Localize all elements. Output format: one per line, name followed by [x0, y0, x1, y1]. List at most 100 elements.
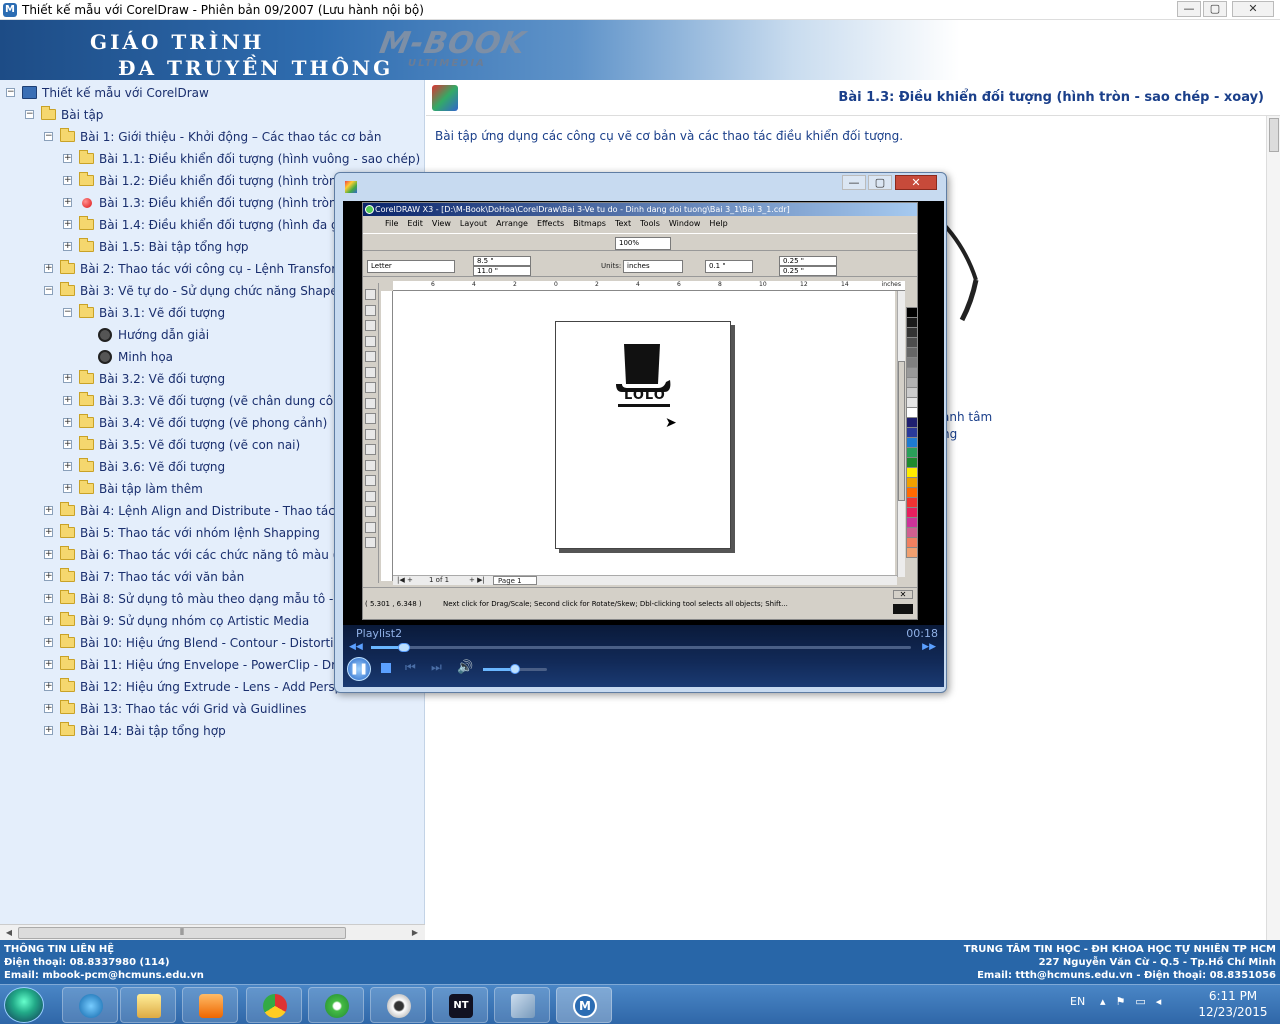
scroll-thumb[interactable] [898, 361, 905, 501]
nudge-offset-field[interactable]: 0.1 " [705, 260, 753, 273]
menu-tools[interactable]: Tools [640, 219, 660, 228]
drawing-tool-icon[interactable] [365, 537, 376, 548]
drawing-tool-icon[interactable] [365, 366, 376, 378]
internet-explorer-button[interactable] [62, 987, 118, 1023]
file-explorer-button[interactable] [120, 987, 176, 1023]
collapse-icon[interactable]: − [44, 286, 53, 295]
seek-forward-icon[interactable]: ▶▶ [922, 642, 936, 652]
drawing-tool-icon[interactable] [365, 397, 376, 409]
previous-button[interactable]: ⏮ [405, 660, 416, 675]
expand-icon[interactable]: + [63, 154, 72, 163]
first-page-icon[interactable]: |◀ + [397, 576, 413, 585]
palette-swatch[interactable] [906, 547, 918, 558]
volume-thumb[interactable] [510, 664, 520, 674]
menu-edit[interactable]: Edit [407, 219, 423, 228]
duplicate-y-field[interactable]: 0.25 " [779, 266, 837, 276]
color-palette[interactable] [906, 307, 918, 558]
paper-type-select[interactable]: Letter [367, 260, 455, 273]
drawing-tool-icon[interactable] [365, 413, 376, 424]
duplicate-x-field[interactable]: 0.25 " [779, 256, 837, 266]
expand-icon[interactable]: + [63, 418, 72, 427]
expand-icon[interactable]: + [63, 220, 72, 229]
expand-icon[interactable]: + [44, 638, 53, 647]
seek-back-icon[interactable]: ◀◀ [349, 642, 363, 652]
drawing-tool-icon[interactable] [365, 475, 376, 486]
expand-icon[interactable]: + [44, 726, 53, 735]
collapse-icon[interactable]: − [6, 88, 15, 97]
input-language-indicator[interactable]: EN [1070, 995, 1085, 1008]
expand-icon[interactable]: + [63, 462, 72, 471]
menu-layout[interactable]: Layout [460, 219, 487, 228]
menu-window[interactable]: Window [669, 219, 701, 228]
collapse-icon[interactable]: − [44, 132, 53, 141]
scroll-left-arrow-icon[interactable]: ◀ [2, 927, 16, 939]
content-vertical-scrollbar[interactable] [1266, 116, 1280, 940]
drawing-tool-icon[interactable] [365, 521, 376, 533]
menu-view[interactable]: View [432, 219, 451, 228]
expand-icon[interactable]: + [63, 440, 72, 449]
drawing-tool-icon[interactable] [365, 490, 376, 502]
page-tab[interactable]: Page 1 [493, 576, 537, 585]
scroll-thumb[interactable]: ⦀ [18, 927, 346, 939]
expand-icon[interactable]: + [44, 528, 53, 537]
expand-icon[interactable]: + [44, 660, 53, 669]
coccoc-button[interactable] [308, 987, 364, 1023]
expand-icon[interactable]: + [44, 616, 53, 625]
drawing-tool-icon[interactable] [365, 428, 376, 440]
scroll-right-arrow-icon[interactable]: ▶ [408, 927, 422, 939]
scroll-thumb[interactable] [1269, 118, 1279, 152]
mbook-button[interactable]: M [556, 987, 612, 1023]
canvas-vertical-scrollbar[interactable] [897, 291, 905, 577]
nt-app-button[interactable]: NT [432, 987, 488, 1023]
expand-icon[interactable]: + [63, 176, 72, 185]
drawing-tool-icon[interactable] [365, 506, 376, 517]
drawing-tool-icon[interactable] [365, 289, 376, 300]
chrome-button[interactable] [246, 987, 302, 1023]
last-page-icon[interactable]: + ▶| [469, 576, 485, 585]
drawing-tool-icon[interactable] [365, 304, 376, 316]
seek-thumb[interactable] [398, 643, 410, 652]
pause-button[interactable]: ❚❚ [347, 657, 371, 681]
menu-text[interactable]: Text [615, 219, 631, 228]
player-minimize-button[interactable]: — [842, 175, 866, 190]
expand-icon[interactable]: + [44, 682, 53, 691]
drawing-page[interactable]: LOLO [555, 321, 731, 549]
clock-date[interactable]: 12/23/2015 [1196, 1005, 1270, 1019]
menu-help[interactable]: Help [709, 219, 727, 228]
media-player-button[interactable] [182, 987, 238, 1023]
player-close-button[interactable]: ✕ [895, 175, 937, 190]
expand-icon[interactable]: + [44, 506, 53, 515]
expand-icon[interactable]: + [63, 396, 72, 405]
maximize-button[interactable]: ▢ [1203, 1, 1227, 17]
expand-icon[interactable]: + [44, 594, 53, 603]
zoom-level-select[interactable]: 100% [615, 237, 671, 250]
expand-icon[interactable]: + [63, 374, 72, 383]
menu-bitmaps[interactable]: Bitmaps [573, 219, 606, 228]
menu-effects[interactable]: Effects [537, 219, 564, 228]
expand-icon[interactable]: + [44, 704, 53, 713]
drawing-tool-icon[interactable] [365, 382, 376, 393]
clock-time[interactable]: 6:11 PM [1196, 989, 1270, 1003]
system-tray-icons[interactable]: ▴⚑▭◂ [1100, 995, 1171, 1008]
collapse-icon[interactable]: − [25, 110, 34, 119]
page-width-field[interactable]: 8.5 " [473, 256, 531, 266]
close-button[interactable]: ✕ [1232, 1, 1274, 17]
seek-bar[interactable] [371, 643, 911, 652]
start-orb-icon[interactable] [4, 987, 44, 1023]
eye-app-button[interactable] [370, 987, 426, 1023]
expand-icon[interactable]: + [44, 572, 53, 581]
expand-icon[interactable]: + [63, 198, 72, 207]
volume-slider[interactable] [483, 664, 547, 674]
notepad-button[interactable] [494, 987, 550, 1023]
expand-icon[interactable]: + [63, 484, 72, 493]
expand-icon[interactable]: + [44, 550, 53, 559]
tree-horizontal-scrollbar[interactable]: ◀ ⦀ ▶ [0, 924, 425, 941]
drawing-tool-icon[interactable] [365, 351, 376, 362]
page-height-field[interactable]: 11.0 " [473, 266, 531, 276]
expand-icon[interactable]: + [63, 242, 72, 251]
stop-button[interactable] [381, 663, 391, 673]
drawing-tool-icon[interactable] [365, 459, 376, 471]
next-button[interactable]: ⏭ [431, 660, 442, 675]
drawing-tool-icon[interactable] [365, 444, 376, 455]
units-select[interactable]: inches [623, 260, 683, 273]
